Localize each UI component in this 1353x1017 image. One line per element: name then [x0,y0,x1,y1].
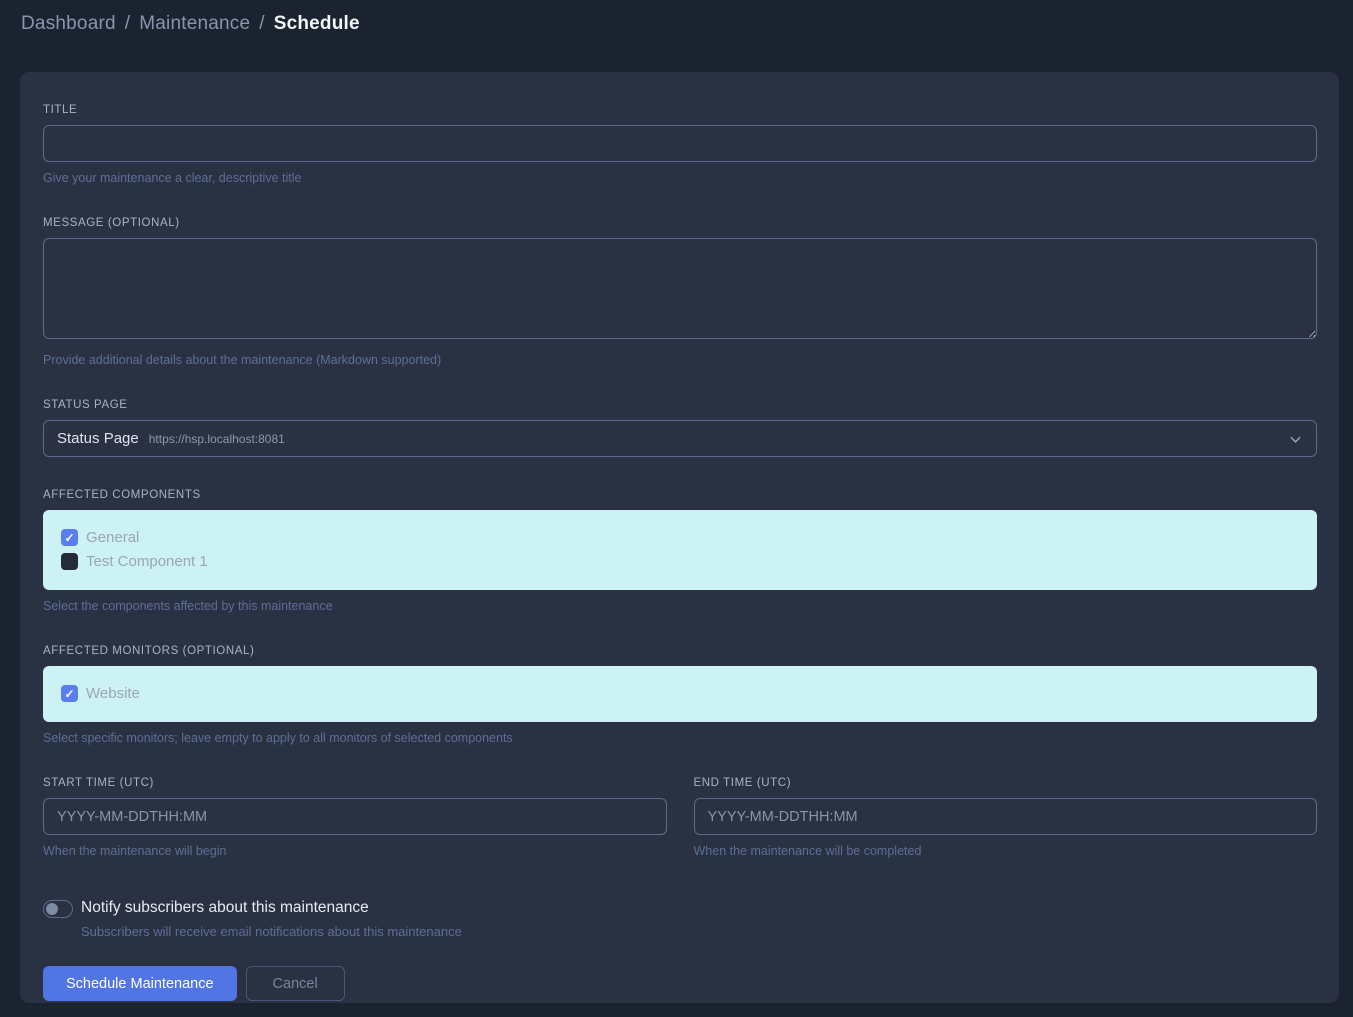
status-page-select[interactable]: Status Page https://hsp.localhost:8081 [43,420,1317,457]
start-time-label: START TIME (UTC) [43,777,667,789]
schedule-maintenance-form-card: TITLE Give your maintenance a clear, des… [20,72,1339,1003]
breadcrumb-maintenance[interactable]: Maintenance [139,13,250,34]
checkbox-general[interactable] [61,529,78,546]
end-time-input[interactable] [694,798,1318,835]
checkbox-website[interactable] [61,685,78,702]
status-page-field-group: STATUS PAGE Status Page https://hsp.loca… [43,399,1317,457]
top-navigation-bar: Dashboard / Maintenance / Schedule [0,0,1353,50]
title-field-group: TITLE Give your maintenance a clear, des… [43,104,1317,185]
breadcrumb: Dashboard / Maintenance / Schedule [21,13,1353,35]
title-label: TITLE [43,104,1317,116]
message-help-text: Provide additional details about the mai… [43,353,1317,367]
title-input[interactable] [43,125,1317,162]
monitor-option-website[interactable]: Website [61,685,1301,702]
component-option-label: Test Component 1 [86,553,208,570]
schedule-maintenance-button[interactable]: Schedule Maintenance [43,966,237,1001]
notify-texts: Notify subscribers about this maintenanc… [81,899,462,939]
form-actions: Schedule Maintenance Cancel [43,966,1317,1001]
component-option-test-component-1[interactable]: Test Component 1 [61,553,1301,570]
affected-monitors-panel: Website [43,666,1317,722]
affected-components-help-text: Select the components affected by this m… [43,599,1317,613]
end-time-field-group: END TIME (UTC) When the maintenance will… [694,777,1318,858]
chevron-down-icon [1288,432,1303,451]
message-label: MESSAGE (OPTIONAL) [43,217,1317,229]
checkbox-test-component-1[interactable] [61,553,78,570]
status-page-label: STATUS PAGE [43,399,1317,411]
cancel-button[interactable]: Cancel [246,966,345,1001]
component-option-general[interactable]: General [61,529,1301,546]
notify-subscribers-help-text: Subscribers will receive email notificat… [81,924,462,939]
message-textarea[interactable] [43,238,1317,339]
end-time-help-text: When the maintenance will be completed [694,844,1318,858]
affected-components-panel: General Test Component 1 [43,510,1317,590]
notify-subscribers-row: Notify subscribers about this maintenanc… [43,899,1317,939]
end-time-label: END TIME (UTC) [694,777,1318,789]
title-help-text: Give your maintenance a clear, descripti… [43,171,1317,185]
message-field-group: MESSAGE (OPTIONAL) Provide additional de… [43,217,1317,367]
breadcrumb-separator: / [125,13,130,34]
status-page-selected-name: Status Page [57,430,139,447]
time-fields-row: START TIME (UTC) When the maintenance wi… [43,777,1317,858]
breadcrumb-separator: / [259,13,264,34]
start-time-help-text: When the maintenance will begin [43,844,667,858]
notify-subscribers-toggle[interactable] [43,900,73,918]
affected-components-label: AFFECTED COMPONENTS [43,489,1317,501]
start-time-input[interactable] [43,798,667,835]
component-option-label: General [86,529,139,546]
start-time-field-group: START TIME (UTC) When the maintenance wi… [43,777,667,858]
affected-monitors-help-text: Select specific monitors; leave empty to… [43,731,1317,745]
status-page-selected-url: https://hsp.localhost:8081 [149,432,285,446]
affected-monitors-label: AFFECTED MONITORS (OPTIONAL) [43,645,1317,657]
breadcrumb-dashboard[interactable]: Dashboard [21,13,116,34]
affected-components-group: AFFECTED COMPONENTS General Test Compone… [43,489,1317,613]
monitor-option-label: Website [86,685,140,702]
toggle-knob [46,903,58,915]
notify-subscribers-label: Notify subscribers about this maintenanc… [81,899,462,917]
breadcrumb-schedule: Schedule [274,13,360,34]
affected-monitors-group: AFFECTED MONITORS (OPTIONAL) Website Sel… [43,645,1317,745]
